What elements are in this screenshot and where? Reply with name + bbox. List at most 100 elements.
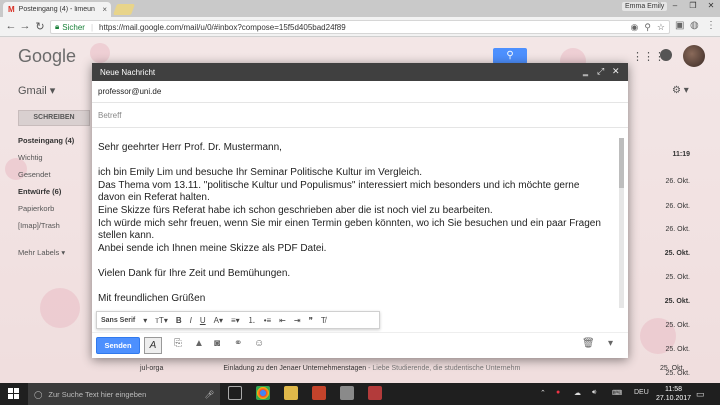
task-view-icon[interactable] [228,386,242,400]
powerpoint-icon[interactable] [312,386,326,400]
compose-button[interactable]: SCHREIBEN [18,110,90,126]
emoji-icon[interactable]: ☺ [254,338,264,349]
tray-app-icon[interactable]: ● [556,389,560,396]
clear-formatting-icon[interactable]: T̸ [317,316,330,325]
indent-icon[interactable]: ⇥ [290,316,305,325]
gmail-app-switcher[interactable]: Gmail ▾ [18,84,55,97]
zoom-icon[interactable]: ⚲ [644,22,651,33]
table-row[interactable]: jul-orga Einladung zu den Jenaer Unterne… [140,365,520,372]
search-icon: ◯ [34,389,43,399]
notifications-icon[interactable] [660,49,672,61]
message-date: 25. Okt. [665,322,690,329]
browser-toolbar: ← → ↻ 🔒︎ Sicher | https://mail.google.co… [0,17,720,37]
sidebar-item-important[interactable]: Wichtig [18,153,74,170]
more-labels-toggle[interactable]: Mehr Labels ▾ [18,248,65,257]
sidebar-item-imap-trash[interactable]: [Imap]/Trash [18,221,74,238]
avatar[interactable] [683,45,705,67]
sidebar-item-sent[interactable]: Gesendet [18,170,74,187]
body-line: Mit freundlichen Grüßen [98,293,206,305]
menu-dots-icon[interactable]: ⋮ [706,20,716,31]
google-logo[interactable]: Google [18,46,76,67]
profile-badge[interactable]: Emma Emily [622,2,668,11]
tray-chevron-icon[interactable]: ⌃ [540,389,546,397]
outdent-icon[interactable]: ⇤ [275,316,290,325]
sidebar-item-trash[interactable]: Papierkorb [18,204,74,221]
body-line: Eine Skizze fürs Referat habe ich schon … [98,204,493,216]
close-window-icon[interactable]: ✕ [702,1,720,10]
more-options-icon[interactable]: ▾ [608,338,613,349]
address-bar[interactable]: 🔒︎ Sicher | https://mail.google.com/mail… [50,20,670,34]
clock[interactable]: 11:58 27.10.2017 [656,385,691,403]
subject-field[interactable]: Betreff [92,103,628,128]
message-date: 26. Okt. [665,226,690,233]
font-dropdown-icon[interactable]: ▾ [139,316,151,325]
expand-compose-icon[interactable]: ⤢ [597,66,604,77]
close-compose-icon[interactable]: ✕ [612,66,620,77]
body-line: Vielen Dank für Ihre Zeit und Bemühungen… [98,267,291,279]
new-tab-button[interactable] [112,4,136,15]
link-icon[interactable]: ⚭ [234,338,242,349]
app-icon[interactable] [340,386,354,400]
search-button[interactable]: ⚲ [493,48,527,64]
extension-icon-2[interactable]: ◍ [690,20,699,31]
secure-label: Sicher [62,22,85,32]
volume-icon[interactable]: 🔊︎ [592,389,596,397]
message-body[interactable]: Sehr geehrter Herr Prof. Dr. Mustermann,… [98,142,608,308]
sidebar-item-drafts[interactable]: Entwürfe (6) [18,187,74,204]
recipient-field[interactable]: professor@uni.de [92,81,628,103]
omnibox-divider: | [90,22,94,32]
message-date: 26. Okt. [665,203,690,210]
extension-icon[interactable]: ▣ [675,20,684,31]
text-color-icon[interactable]: A▾ [210,316,227,325]
body-line: ich bin Emily Lim und besuche Ihr Semina… [98,167,423,179]
send-button[interactable]: Senden [96,337,140,354]
body-line: Das Thema vom 13.11. "politische Kultur … [98,179,580,204]
font-select[interactable]: Sans Serif [97,317,139,324]
body-line: Ich würde mich sehr freuen, wenn Sie mir… [98,217,601,242]
compose-header[interactable]: Neue Nachricht ‗ ⤢ ✕ [92,63,628,81]
message-snippet: - Liebe Studierende, die studentische Un… [368,365,521,372]
taskbar-search[interactable]: ◯ Zur Suche Text hier eingeben 🎤︎ [28,383,220,405]
body-line: Anbei sende ich Ihnen meine Skizze als P… [98,242,327,254]
windows-start-icon[interactable] [8,388,19,399]
language-indicator[interactable]: DEU [634,389,649,396]
align-icon[interactable]: ≡▾ [227,316,244,325]
lock-icon: 🔒︎ [55,22,60,31]
formatting-toggle-icon[interactable]: A [144,337,162,354]
attach-icon[interactable]: ⎘ [174,338,182,349]
minimize-compose-icon[interactable]: ‗ [583,66,588,76]
maximize-icon[interactable]: ❐ [684,1,702,10]
bold-icon[interactable]: B [172,316,186,325]
clock-time: 11:58 [665,386,683,393]
underline-icon[interactable]: U [196,316,210,325]
notification-center-icon[interactable]: ▭ [696,389,705,400]
forward-arrow-icon[interactable]: → [18,20,32,32]
bookmark-star-icon[interactable]: ☆ [657,22,665,33]
back-arrow-icon[interactable]: ← [4,20,18,32]
minimize-icon[interactable]: – [666,1,684,10]
tab-close-button[interactable]: × [102,5,111,14]
chrome-icon[interactable] [256,386,270,400]
drive-icon[interactable]: ▲ [194,338,204,349]
body-line [98,281,608,294]
sidebar-item-inbox[interactable]: Posteingang (4) [18,136,74,153]
browser-tab[interactable]: M Posteingang (4) - limeun × [3,2,111,17]
bulleted-list-icon[interactable]: •≡ [260,316,275,325]
gear-icon[interactable]: ⚙ ▾ [672,85,689,96]
numbered-list-icon[interactable]: ⒈ [244,315,260,326]
body-line: Sehr geehrter Herr Prof. Dr. Mustermann, [98,142,282,153]
microphone-icon[interactable]: 🎤︎ [204,390,214,399]
quote-icon[interactable]: ❞ [305,316,317,325]
cloud-icon[interactable]: ☁ [574,389,581,397]
text-size-icon[interactable]: тT▾ [151,316,172,325]
body-scrollbar[interactable] [619,138,624,308]
scrollbar-thumb[interactable] [619,138,624,188]
photo-icon[interactable]: ◙ [214,338,220,349]
keyboard-icon[interactable]: ⌨ [612,389,622,397]
reload-icon[interactable]: ↻ [33,20,47,33]
italic-icon[interactable]: I [186,316,196,325]
file-explorer-icon[interactable] [284,386,298,400]
acrobat-icon[interactable] [368,386,382,400]
trash-icon[interactable]: 🗑︎ [582,338,595,349]
eye-icon[interactable]: ◉ [630,22,638,33]
